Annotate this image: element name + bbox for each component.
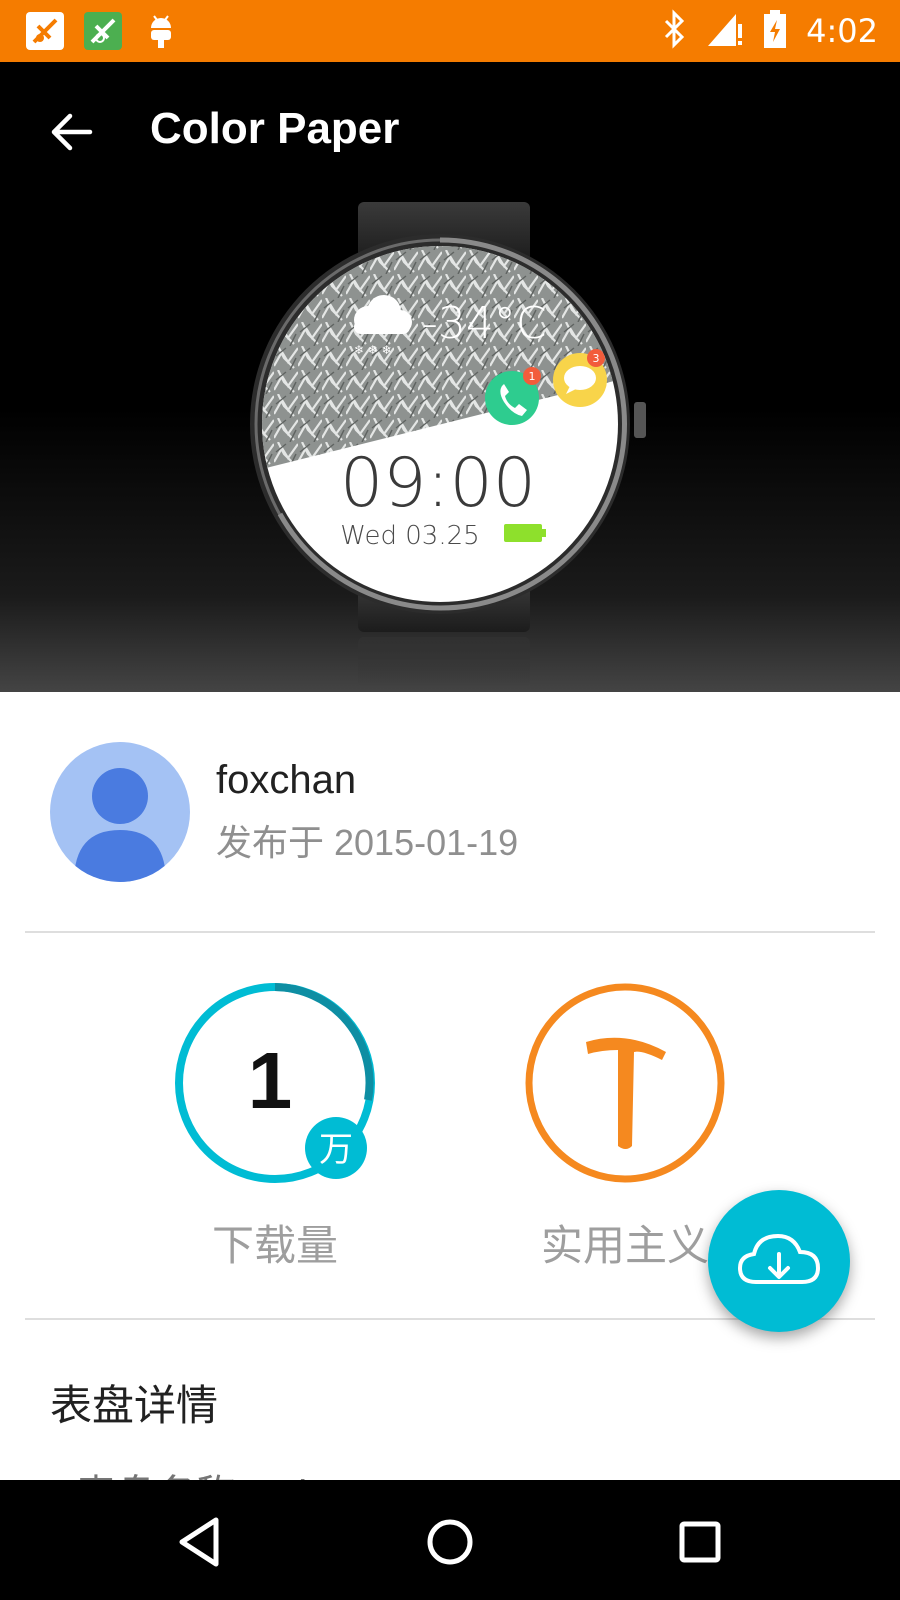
avatar[interactable] — [50, 742, 190, 882]
downloads-stat: 1 万 — [175, 983, 375, 1183]
watch-crown — [634, 402, 646, 438]
watch-temperature: -34°C — [422, 298, 547, 349]
svg-text:❄ ❄ ❄: ❄ ❄ ❄ — [354, 343, 392, 357]
notification-icons — [26, 12, 180, 50]
publish-date: 发布于 2015-01-19 — [216, 822, 519, 863]
navigation-bar — [0, 1480, 900, 1600]
app-notification-icon-1 — [26, 12, 64, 50]
android-debug-icon — [142, 12, 180, 50]
downloads-unit: 万 — [319, 1130, 353, 1170]
nav-recents-icon — [679, 1521, 721, 1563]
nav-recents-button[interactable] — [662, 1504, 738, 1580]
person-icon — [74, 768, 166, 882]
nav-back-icon — [179, 1517, 219, 1567]
watch-battery-icon — [504, 524, 546, 542]
app-bar: Color Paper — [0, 62, 900, 202]
svg-text:1: 1 — [529, 370, 536, 383]
page-title: Color Paper — [150, 104, 400, 153]
nav-back-button[interactable] — [162, 1504, 238, 1580]
watch-face-preview: ❄ ❄ ❄ -34°C 1 3 09:00 Wed 03.25 — [250, 202, 646, 687]
app-notification-icon-2 — [84, 12, 122, 50]
bluetooth-icon — [662, 9, 688, 53]
back-button[interactable] — [44, 104, 100, 160]
downloads-label: 下载量 — [211, 1222, 338, 1269]
status-indicators: 4:02 — [662, 8, 878, 54]
downloads-value: 1 — [248, 1036, 293, 1125]
watch-date: Wed 03.25 — [340, 521, 479, 551]
author-section: foxchan 发布于 2015-01-19 — [0, 692, 900, 932]
author-name[interactable]: foxchan — [216, 758, 356, 803]
cloud-download-icon — [737, 1233, 821, 1284]
svg-text:3: 3 — [593, 352, 600, 365]
arrow-back-icon — [51, 113, 93, 151]
status-bar: 4:02 — [0, 0, 900, 62]
download-button[interactable] — [708, 1190, 850, 1332]
watch-reflection — [358, 637, 530, 687]
watch-preview-header: Color Paper ❄ ❄ ❄ -34°C 1 3 09:00 Wed 03… — [0, 62, 900, 692]
battery-charging-icon — [762, 8, 788, 54]
nav-home-icon — [427, 1519, 473, 1565]
style-stat — [525, 983, 725, 1183]
watch-time: 09:00 — [340, 444, 536, 523]
cell-signal-icon — [706, 10, 744, 52]
details-title: 表盘详情 — [50, 1382, 219, 1429]
clock: 4:02 — [806, 12, 878, 50]
divider — [25, 931, 875, 933]
pickaxe-icon — [586, 1037, 666, 1149]
nav-home-button[interactable] — [412, 1504, 488, 1580]
